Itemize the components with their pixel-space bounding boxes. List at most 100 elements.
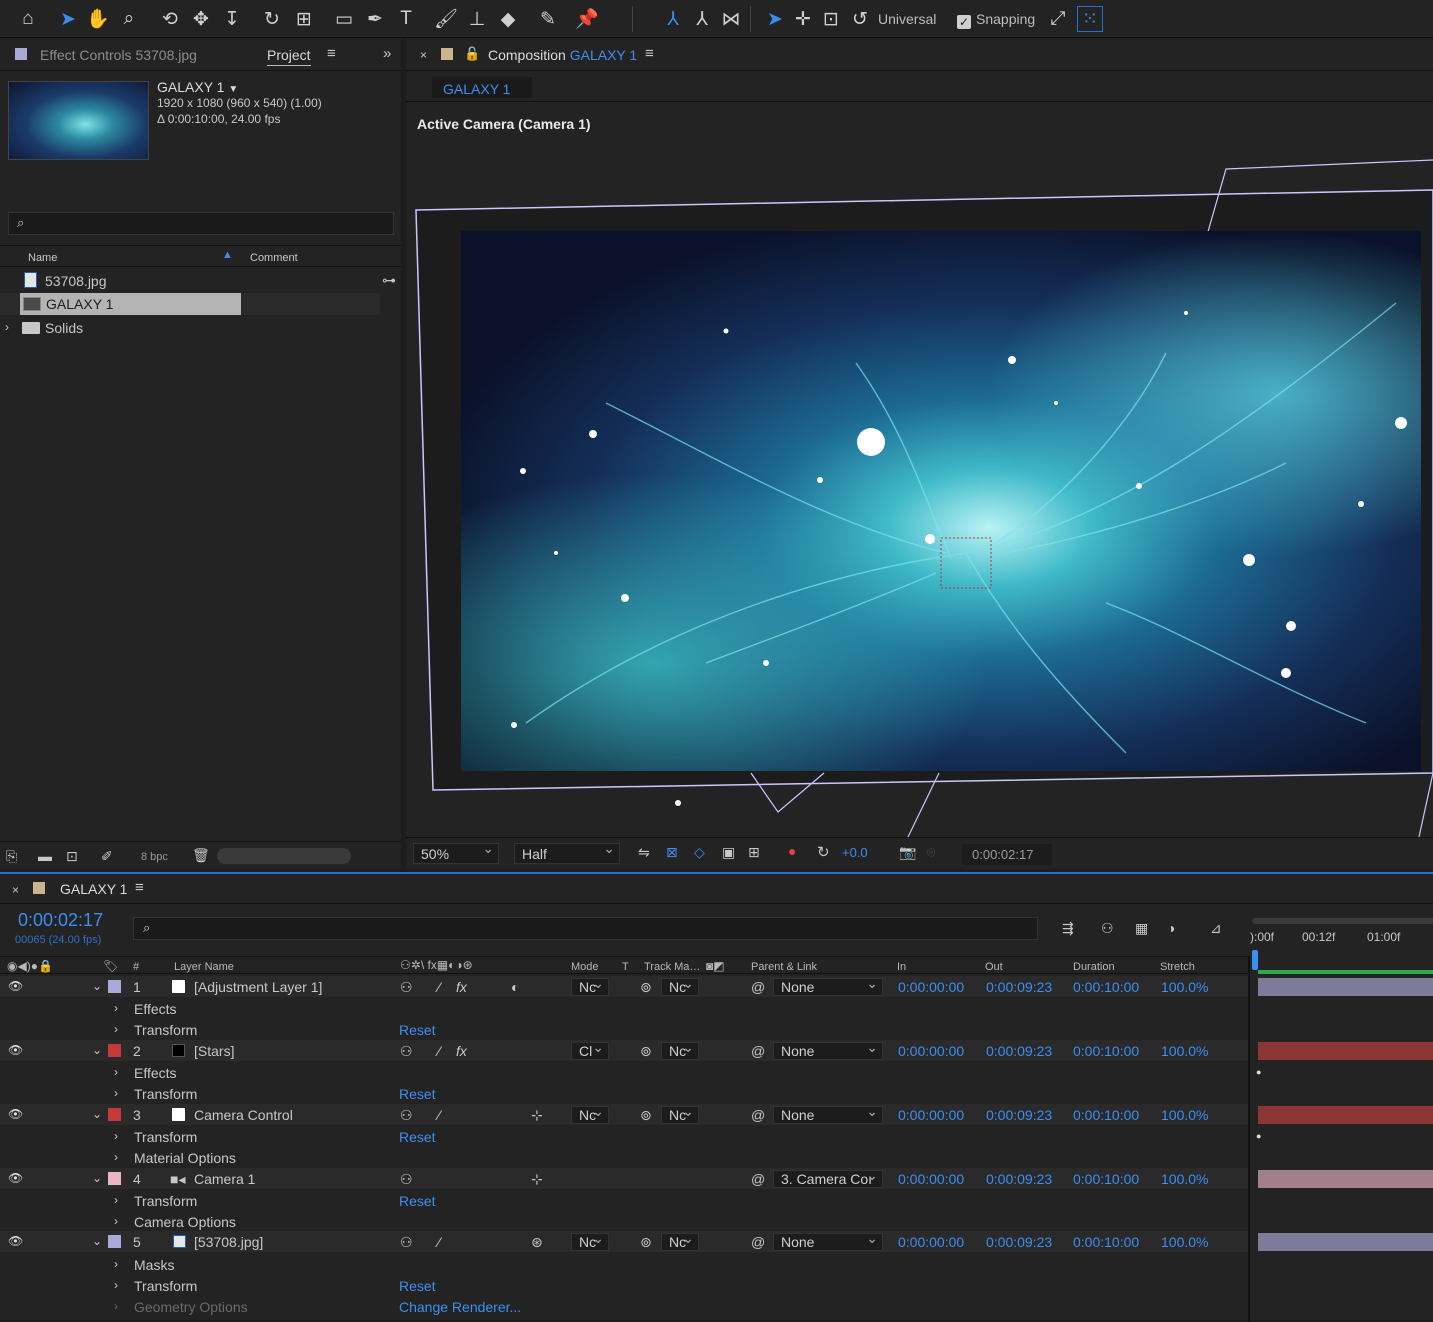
eraser-icon[interactable]: ◆	[495, 6, 521, 32]
layer-row[interactable]: 👁 ⌄ 2 [Stars] ⚇ ⁄ fx Cl ⊚ Nc @ None 0:00…	[0, 1039, 1248, 1061]
chevron-down-icon[interactable]: ⌄	[92, 1171, 102, 1185]
layer-row[interactable]: 👁 ⌄ 3 Camera Control ⚇ ⁄ ⊹ Nc ⊚ Nc @ Non…	[0, 1103, 1248, 1125]
shy-icon[interactable]: ⚇	[400, 1043, 413, 1060]
in-time[interactable]: 0:00:00:00	[898, 1107, 964, 1123]
reset-link[interactable]: Reset	[399, 1193, 436, 1209]
layer-name[interactable]: [Stars]	[194, 1043, 234, 1059]
snapshot-icon[interactable]: 📷	[899, 844, 916, 861]
stretch[interactable]: 100.0%	[1161, 979, 1208, 995]
property-group-row[interactable]: › Geometry Options Change Renderer...	[0, 1296, 1248, 1317]
property-group-row[interactable]: › Transform Reset	[0, 1083, 1248, 1104]
reset-link[interactable]: Reset	[399, 1278, 436, 1294]
property-group-row[interactable]: › Effects	[0, 1062, 1248, 1083]
view-axis-icon[interactable]: ⋈	[718, 6, 744, 32]
chevron-right-icon[interactable]: ›	[114, 1129, 118, 1143]
flowchart-icon[interactable]: ⊶	[382, 272, 396, 289]
reset-link[interactable]: Reset	[399, 1022, 436, 1038]
tab-project[interactable]: Project	[267, 47, 311, 66]
frame-blending-icon[interactable]: ▦	[1135, 920, 1148, 937]
chevron-right-icon[interactable]: ›	[114, 1065, 118, 1079]
pen-icon[interactable]: ✒	[362, 6, 388, 32]
layer-label-color[interactable]	[108, 1235, 121, 1248]
current-time[interactable]: 0:00:02:17	[18, 910, 103, 931]
fx-icon[interactable]: fx	[456, 1043, 467, 1059]
panel-menu-icon[interactable]: ≡	[135, 879, 144, 896]
reset-link[interactable]: Reset	[399, 1129, 436, 1145]
layer-label-color[interactable]	[108, 1172, 121, 1185]
new-folder-icon[interactable]: ▬	[38, 848, 52, 864]
parent-dropdown[interactable]: None	[773, 1230, 883, 1251]
sort-ascending-icon[interactable]: ▲	[222, 249, 233, 261]
snapping-toggle[interactable]: ✓ Snapping	[957, 11, 1035, 29]
out-time[interactable]: 0:00:09:23	[986, 979, 1052, 995]
project-item[interactable]: › Solids	[0, 317, 380, 339]
duration[interactable]: 0:00:10:00	[1073, 1171, 1139, 1187]
layer-label-color[interactable]	[108, 980, 121, 993]
region-of-interest-icon[interactable]: ▣	[722, 844, 735, 861]
selection-3d-icon[interactable]: ➤	[762, 6, 788, 32]
property-group-row[interactable]: › Transform Reset	[0, 1126, 1248, 1147]
3d-layer-icon[interactable]: ⊹	[531, 1107, 543, 1124]
pick-whip-icon[interactable]: @	[751, 1234, 765, 1250]
layer-duration-bar[interactable]	[1258, 1233, 1433, 1251]
viewer-timecode[interactable]: 0:00:02:17	[962, 844, 1052, 865]
panel-menu-icon[interactable]: ≡	[327, 45, 336, 62]
chevron-down-icon[interactable]: ⌄	[92, 1234, 102, 1248]
property-group-row[interactable]: › Transform Reset	[0, 1019, 1248, 1040]
snap-grid-icon[interactable]: ⁙	[1077, 6, 1103, 32]
project-settings-icon[interactable]: ✐	[101, 848, 113, 865]
trash-icon[interactable]: 🗑	[192, 847, 210, 864]
project-search-input[interactable]: ⌕	[8, 212, 394, 235]
parent-dropdown[interactable]: None	[773, 1039, 883, 1060]
layer-row[interactable]: 👁 ⌄ 5 [53708.jpg] ⚇ ⁄ ⊛ Nc ⊚ Nc @ None 0…	[0, 1230, 1248, 1252]
scale-3d-icon[interactable]: ⊡	[818, 6, 844, 32]
playhead[interactable]	[1252, 950, 1258, 970]
property-group-row[interactable]: › Material Options	[0, 1147, 1248, 1168]
chevron-right-icon[interactable]: ›	[114, 1257, 118, 1271]
in-time[interactable]: 0:00:00:00	[898, 1043, 964, 1059]
color-channels-icon[interactable]: ●	[788, 843, 796, 859]
new-composition-icon[interactable]: ⊡	[66, 848, 78, 865]
chevron-right-icon[interactable]: ›	[5, 320, 9, 334]
parent-dropdown[interactable]: 3. Camera Coı	[773, 1167, 883, 1188]
snap-options-icon[interactable]: ⤢	[1045, 6, 1071, 32]
timeline-search-input[interactable]: ⌕	[133, 917, 1038, 940]
rotate-icon[interactable]: ↻	[259, 6, 285, 32]
tab-effect-controls[interactable]: Effect Controls 53708.jpg	[40, 47, 197, 63]
parent-dropdown[interactable]: None	[773, 1103, 883, 1124]
layer-label-color[interactable]	[108, 1108, 121, 1121]
world-axis-icon[interactable]: ⅄	[689, 6, 715, 32]
out-time[interactable]: 0:00:09:23	[986, 1043, 1052, 1059]
quality-icon[interactable]: ⁄	[438, 979, 440, 995]
graph-editor-icon[interactable]: ⊿	[1210, 920, 1222, 937]
type-icon[interactable]: T	[393, 6, 419, 32]
stretch[interactable]: 100.0%	[1161, 1234, 1208, 1250]
property-group-row[interactable]: › Transform Reset	[0, 1275, 1248, 1296]
eye-icon[interactable]: 👁	[8, 1043, 23, 1057]
layer-duration-bar[interactable]	[1258, 1042, 1433, 1060]
col-comment-header[interactable]: Comment	[250, 252, 298, 264]
mode-dropdown[interactable]: Cl	[571, 1039, 609, 1060]
grid-guides-icon[interactable]: ⊞	[748, 844, 760, 861]
change-renderer-link[interactable]: Change Renderer...	[399, 1299, 521, 1315]
track-matte-dropdown[interactable]: Nc	[661, 1039, 699, 1060]
zoom-icon[interactable]: ⌕	[116, 6, 142, 32]
project-item[interactable]: GALAXY 1	[0, 293, 380, 315]
chevron-right-icon[interactable]: ›	[114, 1001, 118, 1015]
chevron-down-icon[interactable]: ▼	[228, 84, 238, 95]
pick-whip-icon[interactable]: @	[751, 1171, 765, 1187]
3d-layer-icon[interactable]: ⊛	[531, 1234, 543, 1251]
matte-link-icon[interactable]: ⊚	[640, 1107, 652, 1124]
duration[interactable]: 0:00:10:00	[1073, 1043, 1139, 1059]
matte-link-icon[interactable]: ⊚	[640, 1234, 652, 1251]
in-time[interactable]: 0:00:00:00	[898, 979, 964, 995]
pan-camera-icon[interactable]: ✥	[188, 6, 214, 32]
layer-duration-bar[interactable]	[1258, 1106, 1433, 1124]
interpret-footage-icon[interactable]: ⎘	[6, 848, 17, 865]
col-name-header[interactable]: Name	[28, 252, 57, 264]
move-3d-icon[interactable]: ✛	[790, 6, 816, 32]
in-time[interactable]: 0:00:00:00	[898, 1171, 964, 1187]
mode-dropdown[interactable]: Nc	[571, 1103, 609, 1124]
shy-layers-icon[interactable]: ⚇	[1101, 920, 1114, 937]
quality-icon[interactable]: ⁄	[438, 1107, 440, 1123]
